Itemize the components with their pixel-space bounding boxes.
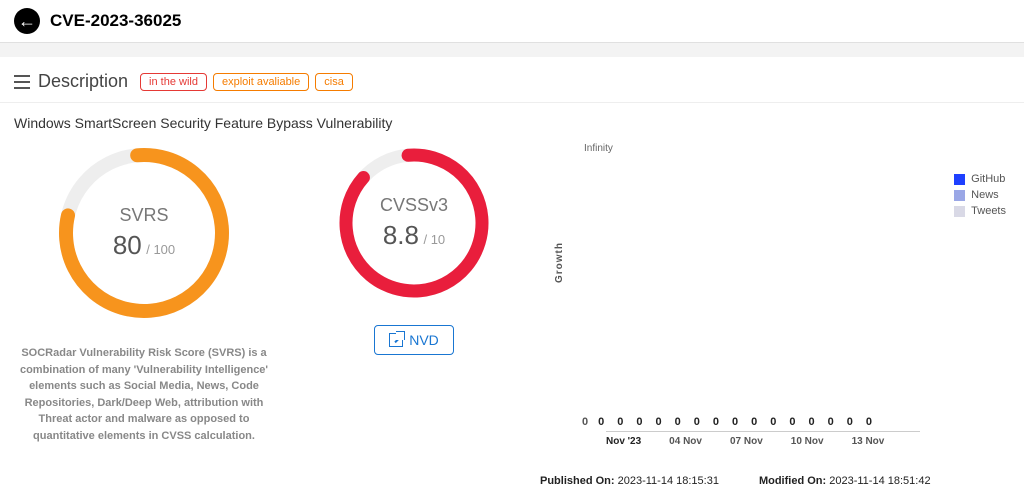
data-marker: 0 — [694, 416, 700, 428]
svrs-max: / 100 — [146, 242, 175, 257]
data-marker: 0 — [770, 416, 776, 428]
data-marker: 0 — [789, 416, 795, 428]
x-axis-ticks: Nov '23 04 Nov 07 Nov 10 Nov 13 Nov — [606, 436, 920, 447]
legend-item-news[interactable]: News — [954, 189, 1006, 201]
cvss-score: CVSSv3 8.8 / 10 NVD — [314, 143, 514, 493]
badge-exploit-available: exploit avaliable — [213, 73, 309, 91]
data-marker: 0 — [617, 416, 623, 428]
data-marker: 0 — [675, 416, 681, 428]
y-axis-label: Growth — [554, 242, 565, 283]
data-marker: 0 — [656, 416, 662, 428]
cvss-max: / 10 — [423, 232, 445, 247]
data-marker: 0 — [847, 416, 853, 428]
modified-label: Modified On: — [759, 475, 826, 487]
scores-row: SVRS 80 / 100 SOCRadar Vulnerability Ris… — [14, 143, 514, 493]
description-label: Description — [38, 71, 128, 92]
vulnerability-title: Windows SmartScreen Security Feature Byp… — [0, 103, 1024, 135]
data-markers: 0 0 0 0 0 0 0 0 0 0 0 0 0 0 0 — [598, 416, 872, 428]
data-marker: 0 — [732, 416, 738, 428]
data-marker: 0 — [598, 416, 604, 428]
y-tick-zero: 0 — [582, 416, 588, 428]
x-tick: 10 Nov — [791, 436, 824, 447]
nvd-link-button[interactable]: NVD — [374, 325, 454, 355]
cvss-name: CVSSv3 — [380, 195, 448, 216]
svrs-gauge: SVRS 80 / 100 — [54, 143, 234, 323]
main-content: SVRS 80 / 100 SOCRadar Vulnerability Ris… — [0, 135, 1024, 493]
x-tick: Nov '23 — [606, 436, 641, 447]
legend-item-github[interactable]: GitHub — [954, 173, 1006, 185]
modified-value: 2023-11-14 18:51:42 — [829, 475, 930, 487]
svrs-value: 80 — [113, 230, 142, 260]
y-top-label: Infinity — [584, 143, 613, 154]
data-marker: 0 — [636, 416, 642, 428]
x-tick: 07 Nov — [730, 436, 763, 447]
list-icon — [14, 75, 30, 89]
growth-chart: Infinity GitHub News Tweets Growth 0 000… — [534, 143, 1010, 493]
back-button[interactable]: ← — [14, 8, 40, 34]
divider — [0, 43, 1024, 57]
legend-swatch — [954, 206, 965, 217]
page-header: ← CVE-2023-36025 — [0, 0, 1024, 43]
chart-legend: GitHub News Tweets — [954, 173, 1006, 221]
svrs-description: SOCRadar Vulnerability Risk Score (SVRS)… — [14, 345, 274, 444]
page-title: CVE-2023-36025 — [50, 11, 181, 31]
description-header: Description in the wild exploit avaliabl… — [0, 57, 1024, 103]
published-label: Published On: — [540, 475, 615, 487]
legend-item-tweets[interactable]: Tweets — [954, 205, 1006, 217]
metadata-row: Published On: 2023-11-14 18:15:31 Modifi… — [540, 475, 1010, 487]
legend-swatch — [954, 174, 965, 185]
x-tick: 04 Nov — [669, 436, 702, 447]
badge-in-the-wild: in the wild — [140, 73, 207, 91]
cvss-gauge: CVSSv3 8.8 / 10 — [334, 143, 494, 303]
data-marker: 0 — [713, 416, 719, 428]
chart-axis: 0 0 0 0 0 0 0 0 0 0 0 0 0 0 0 0 Nov '23 04 Nov 07 Nov 10 … — [594, 416, 920, 447]
legend-swatch — [954, 190, 965, 201]
svrs-score: SVRS 80 / 100 SOCRadar Vulnerability Ris… — [14, 143, 274, 493]
x-tick: 13 Nov — [852, 436, 885, 447]
external-link-icon — [389, 333, 403, 347]
data-marker: 0 — [866, 416, 872, 428]
published-value: 2023-11-14 18:15:31 — [618, 475, 719, 487]
nvd-label: NVD — [409, 332, 439, 348]
arrow-left-icon: ← — [18, 11, 36, 32]
badge-cisa: cisa — [315, 73, 353, 91]
data-marker: 0 — [751, 416, 757, 428]
data-marker: 0 — [828, 416, 834, 428]
cvss-value: 8.8 — [383, 220, 419, 250]
data-marker: 0 — [809, 416, 815, 428]
svrs-name: SVRS — [119, 205, 168, 226]
